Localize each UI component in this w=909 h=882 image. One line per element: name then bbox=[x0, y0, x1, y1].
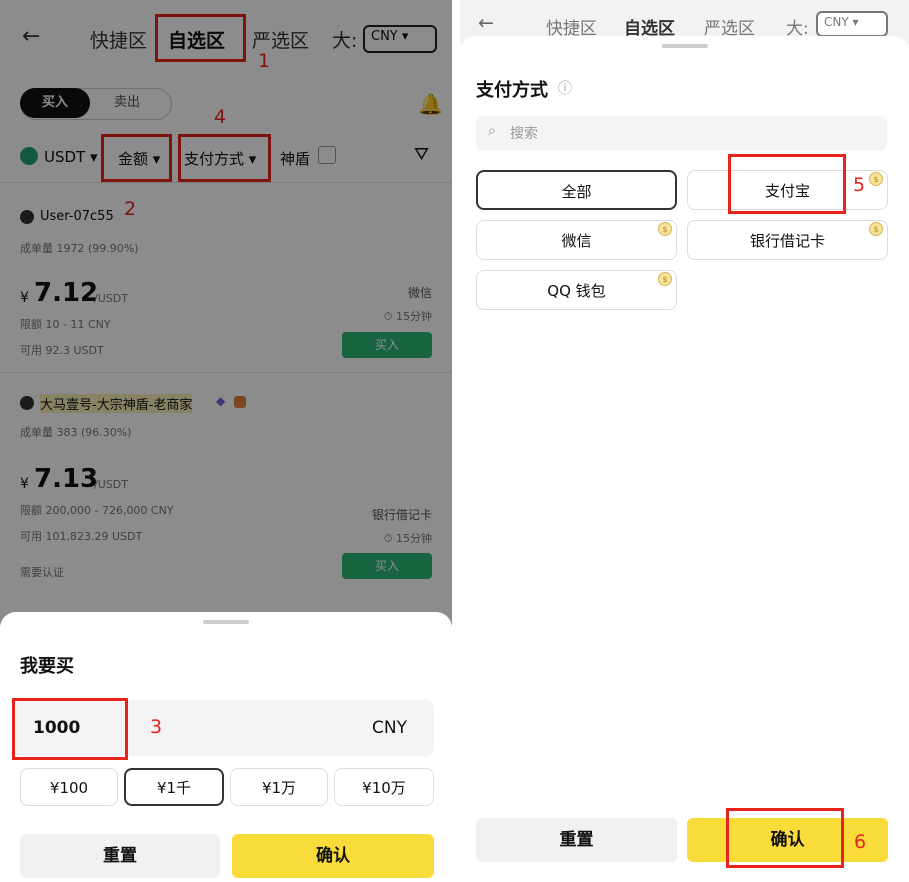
currency-selector[interactable]: CNY ▾ bbox=[816, 11, 888, 37]
search-placeholder: 搜索 bbox=[510, 126, 538, 142]
annotation-number-3: 3 bbox=[150, 716, 163, 738]
annotation-box-3 bbox=[12, 698, 128, 760]
reset-button[interactable]: 重置 bbox=[476, 818, 677, 862]
annotation-box-5 bbox=[728, 154, 846, 214]
search-input[interactable]: ⌕ 搜索 bbox=[476, 116, 887, 150]
method-bank-card[interactable]: 银行借记卡 bbox=[687, 220, 888, 260]
info-icon[interactable]: ⓘ bbox=[558, 78, 572, 98]
payment-sheet: 支付方式 ⓘ ⌕ 搜索 全部 支付宝 $ 5 微信 $ 银行借记卡 $ QQ 钱… bbox=[460, 36, 909, 882]
amount-currency: CNY bbox=[372, 718, 407, 738]
left-screen: ← 快捷区 自选区 严选区 大: CNY ▾ 1 买入 卖出 🔔 4 USDT … bbox=[0, 0, 452, 882]
search-icon: ⌕ bbox=[488, 123, 496, 139]
annotation-number-6: 6 bbox=[854, 831, 867, 853]
preset-1k[interactable]: ¥1千 bbox=[124, 768, 224, 806]
method-wechat[interactable]: 微信 bbox=[476, 220, 677, 260]
coin-icon: $ bbox=[658, 222, 672, 236]
annotation-box-6 bbox=[726, 808, 844, 868]
coin-icon: $ bbox=[869, 172, 883, 186]
amount-sheet: 我要买 1000 CNY 3 ¥100 ¥1千 ¥1万 ¥10万 重置 确认 bbox=[0, 612, 452, 882]
annotation-number-5: 5 bbox=[853, 174, 866, 196]
method-qq-wallet[interactable]: QQ 钱包 bbox=[476, 270, 677, 310]
preset-100[interactable]: ¥100 bbox=[20, 768, 118, 806]
coin-icon: $ bbox=[658, 272, 672, 286]
right-screen: ← 快捷区 自选区 严选区 大: CNY ▾ 支付方式 ⓘ ⌕ 搜索 全部 支付… bbox=[460, 0, 909, 882]
preset-10k[interactable]: ¥1万 bbox=[230, 768, 328, 806]
sheet-handle[interactable] bbox=[203, 620, 249, 624]
reset-button[interactable]: 重置 bbox=[20, 834, 220, 878]
sheet-handle[interactable] bbox=[662, 44, 708, 48]
method-all[interactable]: 全部 bbox=[476, 170, 677, 210]
sheet-title: 支付方式 bbox=[476, 80, 548, 101]
sheet-title: 我要买 bbox=[20, 656, 74, 677]
coin-icon: $ bbox=[869, 222, 883, 236]
back-icon[interactable]: ← bbox=[478, 12, 494, 34]
confirm-button[interactable]: 确认 bbox=[232, 834, 434, 878]
preset-100k[interactable]: ¥10万 bbox=[334, 768, 434, 806]
